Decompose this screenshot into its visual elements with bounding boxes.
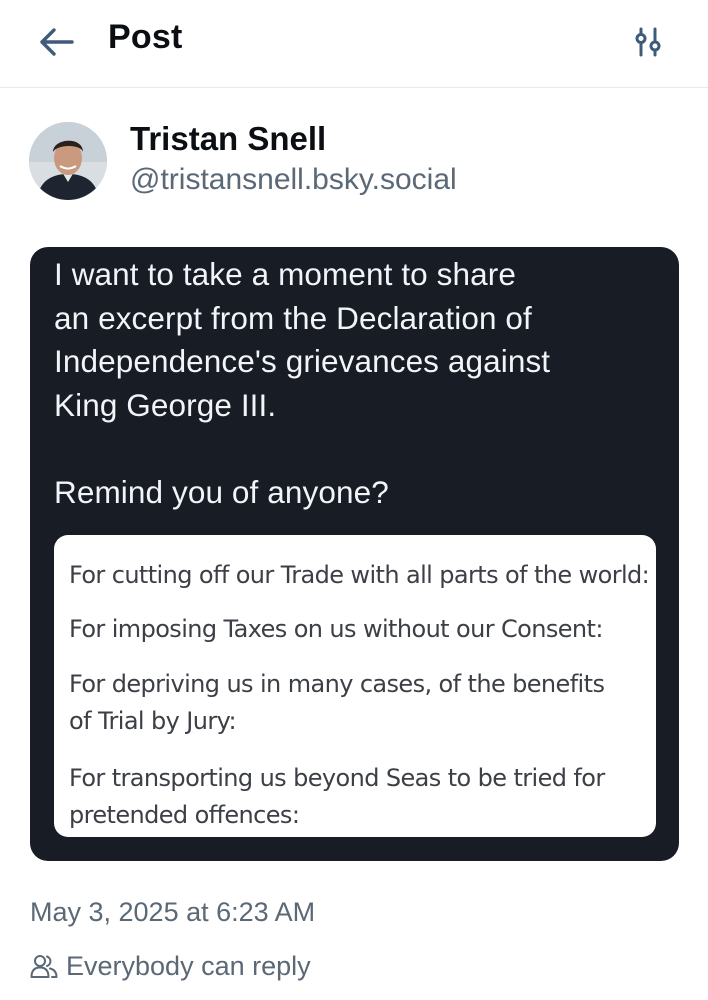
sliders-icon bbox=[635, 27, 661, 57]
reply-setting-label: Everybody can reply bbox=[66, 950, 311, 981]
quote-line: For depriving us in many cases, of the b… bbox=[69, 670, 605, 735]
quote-line: For cutting off our Trade with all parts… bbox=[69, 561, 650, 589]
post-timestamp: May 3, 2025 at 6:23 AM bbox=[30, 897, 316, 927]
author-handle[interactable]: @tristansnell.bsky.social bbox=[130, 163, 457, 197]
author-avatar[interactable] bbox=[29, 122, 107, 200]
reply-setting[interactable]: Everybody can reply bbox=[30, 946, 311, 986]
thread-settings-button[interactable] bbox=[626, 22, 670, 62]
page-title: Post bbox=[108, 18, 183, 56]
people-icon bbox=[30, 955, 58, 978]
author-name[interactable]: Tristan Snell bbox=[130, 120, 326, 158]
back-button[interactable] bbox=[34, 22, 78, 62]
avatar-photo bbox=[29, 122, 107, 200]
quote-line: For imposing Taxes on us without our Con… bbox=[69, 615, 603, 643]
image-caption-text: I want to take a moment to share an exce… bbox=[54, 256, 551, 510]
post-image[interactable]: I want to take a moment to share an exce… bbox=[30, 247, 679, 861]
top-bar: Post bbox=[0, 0, 708, 88]
quote-line: For transporting us beyond Seas to be tr… bbox=[69, 764, 605, 829]
quote-card: For cutting off our Trade with all parts… bbox=[54, 535, 656, 837]
arrow-left-icon bbox=[40, 28, 74, 56]
